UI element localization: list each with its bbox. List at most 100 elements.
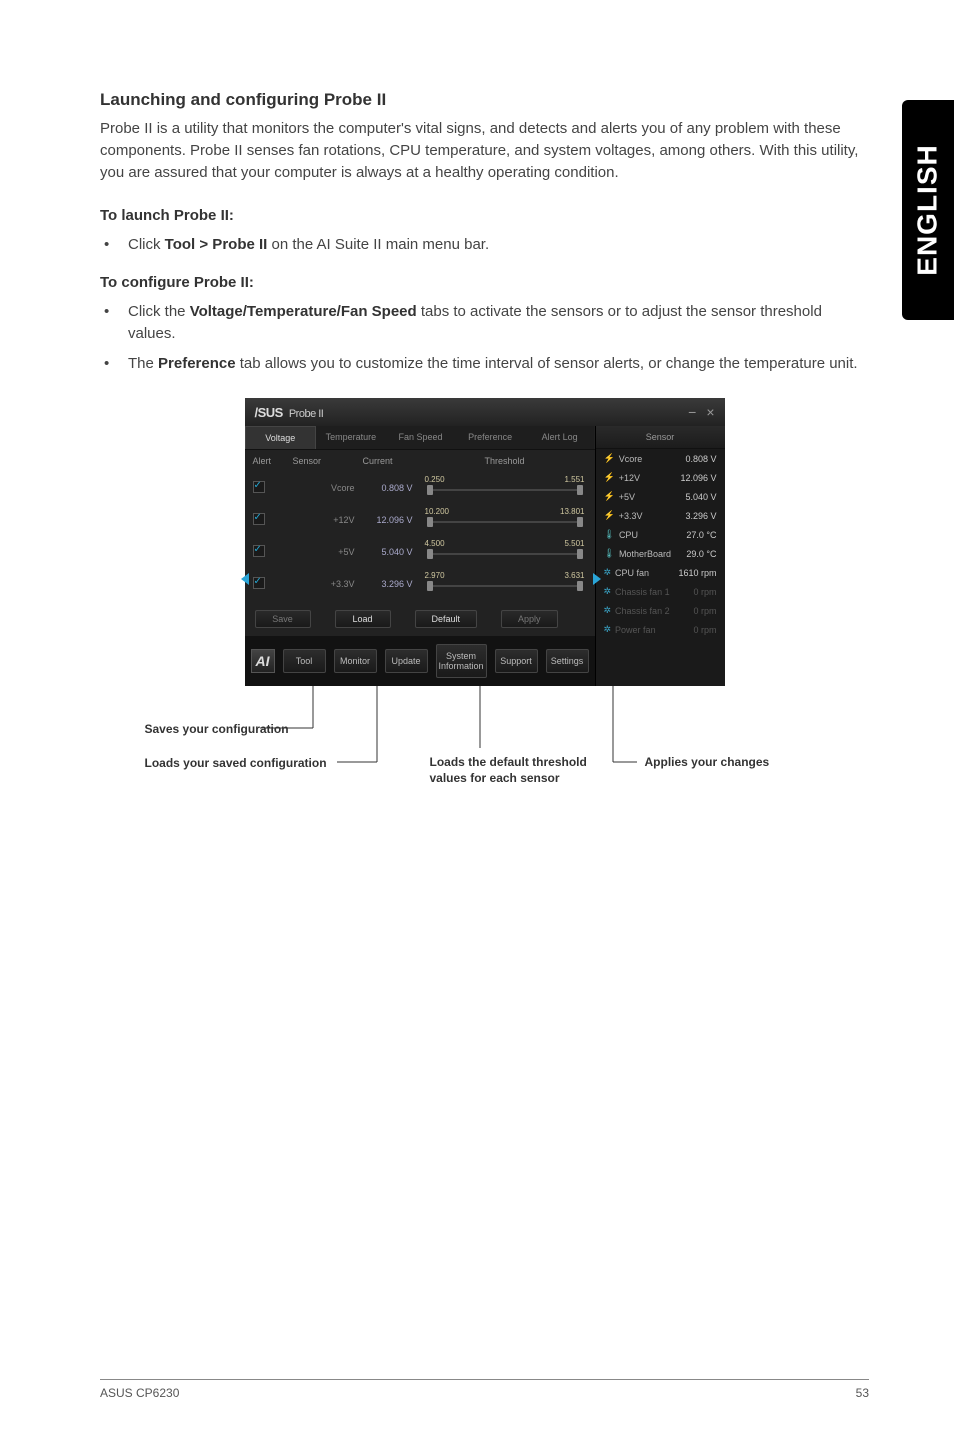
tab-fan-speed[interactable]: Fan Speed: [386, 426, 456, 449]
tab-alert-log[interactable]: Alert Log: [525, 426, 595, 449]
menu-monitor[interactable]: Monitor: [334, 649, 377, 673]
sensor-reading-row: ⚡ +3.3V 3.296 V: [596, 506, 725, 525]
menu-update[interactable]: Update: [385, 649, 428, 673]
reading-label: CPU: [619, 530, 638, 540]
bolt-icon: ⚡: [604, 510, 615, 521]
threshold-low: 0.250: [425, 475, 445, 484]
reading-value: 5.040 V: [685, 492, 716, 502]
fan-icon: ✲: [604, 586, 612, 597]
menu-tool[interactable]: Tool: [283, 649, 326, 673]
fan-icon: ✲: [604, 624, 612, 635]
launch-heading: To launch Probe II:: [100, 207, 869, 224]
section-heading: Launching and configuring Probe II: [100, 90, 869, 110]
reading-value: 29.0 °C: [686, 549, 716, 559]
reading-value: 27.0 °C: [686, 530, 716, 540]
alert-checkbox[interactable]: [253, 577, 265, 589]
fan-icon: ✲: [604, 567, 612, 578]
expand-left-icon[interactable]: [241, 573, 249, 585]
sensor-reading-row: ⚡ +5V 5.040 V: [596, 487, 725, 506]
ai-suite-logo-icon[interactable]: AI: [251, 649, 275, 673]
default-button[interactable]: Default: [415, 610, 478, 628]
threshold-slider[interactable]: 10.200 13.801: [423, 509, 587, 531]
sensor-name: +5V: [293, 547, 363, 557]
close-icon[interactable]: ×: [706, 404, 714, 420]
col-current: Current: [363, 456, 423, 466]
bolt-icon: ⚡: [604, 453, 615, 464]
bolt-icon: ⚡: [604, 491, 615, 502]
threshold-slider[interactable]: 4.500 5.501: [423, 541, 587, 563]
threshold-high: 13.801: [560, 507, 584, 516]
launch-bullet: • Click Tool > Probe II on the AI Suite …: [100, 234, 869, 256]
callout-saves: Saves your configuration: [145, 722, 289, 738]
reading-label: Chassis fan 1: [615, 587, 670, 597]
threshold-high: 5.501: [564, 539, 584, 548]
footer-page-number: 53: [856, 1386, 869, 1400]
reading-label: MotherBoard: [619, 549, 671, 559]
reading-value: 0 rpm: [693, 625, 716, 635]
sensor-current-value: 5.040 V: [363, 547, 423, 557]
apply-button[interactable]: Apply: [501, 610, 558, 628]
load-button[interactable]: Load: [335, 610, 391, 628]
sensor-current-value: 0.808 V: [363, 483, 423, 493]
save-button[interactable]: Save: [255, 610, 311, 628]
configure-bullet-2: • The Preference tab allows you to custo…: [100, 353, 869, 375]
side-language-label: ENGLISH: [912, 144, 944, 275]
callout-default: Loads the default threshold values for e…: [430, 755, 590, 786]
threshold-slider[interactable]: 2.970 3.631: [423, 573, 587, 595]
probe-ii-window: /SUS Probe II − × Voltage Temperature Fan…: [245, 398, 725, 686]
sensor-current-value: 3.296 V: [363, 579, 423, 589]
menu-system-info[interactable]: System Information: [436, 644, 487, 678]
reading-label: +12V: [619, 473, 640, 483]
alert-checkbox[interactable]: [253, 545, 265, 557]
sensor-reading-row: ⚡ +12V 12.096 V: [596, 468, 725, 487]
bolt-icon: ⚡: [604, 472, 615, 483]
alert-checkbox[interactable]: [253, 513, 265, 525]
sensor-panel-header: Sensor: [596, 426, 725, 449]
window-titlebar: /SUS Probe II − ×: [245, 398, 725, 426]
sensor-row: +3.3V 3.296 V 2.970 3.631: [245, 568, 595, 600]
reading-value: 0.808 V: [685, 454, 716, 464]
reading-value: 12.096 V: [680, 473, 716, 483]
threshold-low: 2.970: [425, 571, 445, 580]
sensor-reading-row: ⚡ Vcore 0.808 V: [596, 449, 725, 468]
alert-checkbox[interactable]: [253, 481, 265, 493]
configure-bullet-1: • Click the Voltage/Temperature/Fan Spee…: [100, 301, 869, 345]
thermometer-icon: 🌡: [604, 548, 615, 559]
thermometer-icon: 🌡: [604, 529, 615, 540]
threshold-high: 3.631: [564, 571, 584, 580]
sensor-row: +5V 5.040 V 4.500 5.501: [245, 536, 595, 568]
col-threshold: Threshold: [423, 456, 587, 466]
page-footer: ASUS CP6230 53: [100, 1379, 869, 1400]
tab-preference[interactable]: Preference: [455, 426, 525, 449]
sensor-reading-row: 🌡 CPU 27.0 °C: [596, 525, 725, 544]
sensor-row: Vcore 0.808 V 0.250 1.551: [245, 472, 595, 504]
threshold-low: 4.500: [425, 539, 445, 548]
menu-settings[interactable]: Settings: [546, 649, 589, 673]
sensor-reading-row: ✲ Power fan0 rpm: [596, 620, 725, 639]
reading-label: +3.3V: [619, 511, 643, 521]
sensor-reading-row: ✲ Chassis fan 10 rpm: [596, 582, 725, 601]
sensor-name: Vcore: [293, 483, 363, 493]
reading-label: +5V: [619, 492, 635, 502]
footer-model: ASUS CP6230: [100, 1386, 179, 1400]
configure-heading: To configure Probe II:: [100, 274, 869, 291]
menu-support[interactable]: Support: [495, 649, 538, 673]
reading-value: 1610 rpm: [678, 568, 716, 578]
reading-label: Vcore: [619, 454, 643, 464]
minimize-icon[interactable]: −: [688, 404, 696, 420]
tab-voltage[interactable]: Voltage: [245, 426, 317, 449]
side-language-tab: ENGLISH: [902, 100, 954, 320]
intro-paragraph: Probe II is a utility that monitors the …: [100, 118, 869, 183]
window-title: Probe II: [289, 408, 324, 420]
sensor-reading-row: ✲ CPU fan 1610 rpm: [596, 563, 725, 582]
threshold-slider[interactable]: 0.250 1.551: [423, 477, 587, 499]
reading-value: 3.296 V: [685, 511, 716, 521]
sensor-reading-row: 🌡 MotherBoard 29.0 °C: [596, 544, 725, 563]
reading-label: Chassis fan 2: [615, 606, 670, 616]
col-sensor: Sensor: [293, 456, 363, 466]
expand-right-icon[interactable]: [593, 573, 601, 585]
col-alert: Alert: [253, 456, 293, 466]
tab-temperature[interactable]: Temperature: [316, 426, 386, 449]
brand-logo: /SUS: [255, 405, 283, 420]
reading-label: CPU fan: [615, 568, 649, 578]
